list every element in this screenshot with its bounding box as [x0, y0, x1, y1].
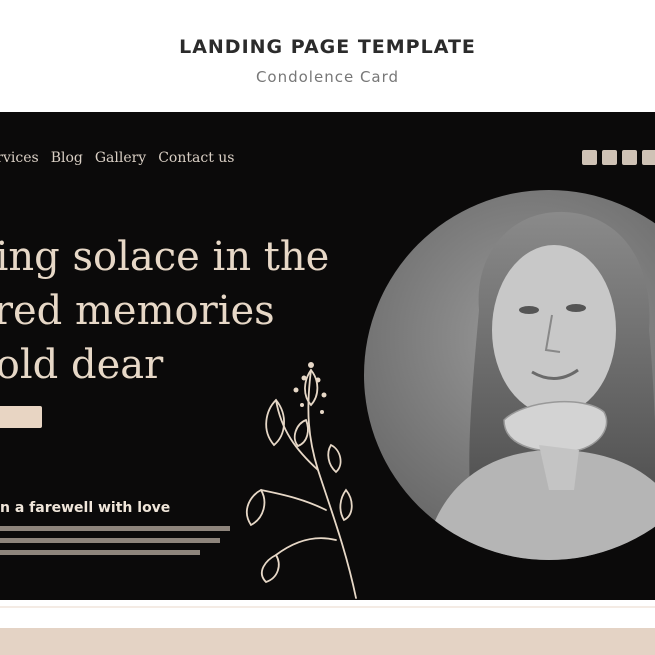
social-icon[interactable] — [602, 150, 617, 165]
footer-band — [0, 628, 655, 655]
nav-gallery[interactable]: Gallery — [95, 150, 146, 166]
sub-heading: n a farewell with love — [0, 500, 171, 516]
page-title: LANDING PAGE TEMPLATE — [179, 36, 476, 58]
social-icon[interactable] — [582, 150, 597, 165]
nav-blog[interactable]: Blog — [51, 150, 83, 166]
nav-services[interactable]: ervices — [0, 150, 39, 166]
top-nav: ervices Blog Gallery Contact us — [0, 150, 234, 166]
social-icon[interactable] — [642, 150, 655, 165]
divider — [0, 606, 655, 608]
page-subtitle: Condolence Card — [255, 68, 400, 86]
nav-contact[interactable]: Contact us — [158, 150, 234, 166]
social-icon[interactable] — [622, 150, 637, 165]
description-text — [0, 524, 250, 564]
portrait-image — [364, 190, 655, 560]
social-links — [582, 150, 655, 165]
cta-button[interactable] — [0, 406, 42, 428]
flower-illustration — [246, 362, 357, 599]
headline-line-2: ared memories — [0, 288, 275, 334]
headline-line-1: ding solace in the — [0, 234, 330, 280]
hero-section: ervices Blog Gallery Contact us ding sol… — [0, 112, 655, 600]
